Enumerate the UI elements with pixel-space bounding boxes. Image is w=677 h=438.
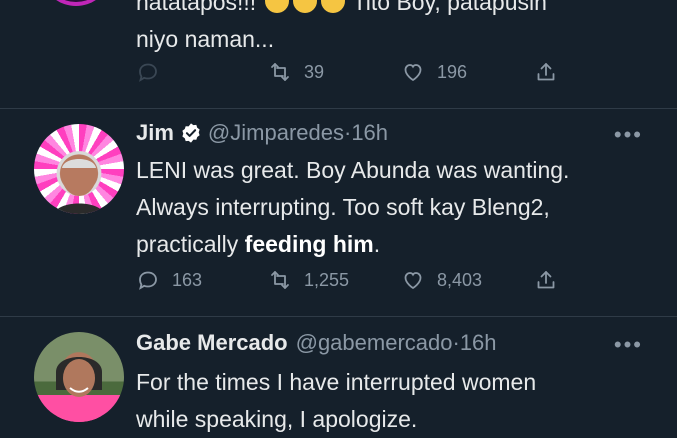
avatar[interactable] [46, 0, 106, 6]
text-span: . [373, 231, 381, 257]
separator: · [343, 120, 352, 145]
tweet-text-line: practically feeding him. [136, 226, 656, 263]
reply-button[interactable] [136, 60, 160, 84]
separator: · [452, 330, 460, 355]
tweet-text-line: natatapos!!! [136, 0, 257, 15]
text-span: practically [136, 231, 245, 257]
bold-text: feeding him [244, 231, 374, 257]
tweet-header: Jim @Jimparedes · 16h [136, 120, 388, 146]
like-button[interactable]: 8,403 [401, 268, 482, 292]
verified-icon [182, 123, 200, 143]
reply-icon [139, 271, 157, 290]
avatar[interactable] [34, 332, 124, 422]
share-icon [537, 271, 555, 289]
tweet-header: Gabe Mercado @gabemercado · 16h [136, 330, 497, 356]
share-button[interactable] [534, 60, 558, 84]
emoji-icon [320, 0, 345, 13]
tweet-text-line: Tito Boy, patapusin [352, 0, 547, 15]
timestamp[interactable]: 16h [351, 120, 388, 146]
divider [0, 316, 677, 317]
like-count: 196 [437, 61, 468, 82]
display-name[interactable]: Jim [136, 120, 174, 146]
retweet-button[interactable]: 39 [268, 60, 324, 84]
tweet-text: natatapos!!! Tito Boy, patapusin niyo na… [136, 0, 547, 58]
emoji-icon [264, 0, 289, 13]
tweet-text-line: For the times I have interrupted women [136, 369, 537, 395]
timeline: natatapos!!! Tito Boy, patapusin niyo na… [0, 0, 677, 432]
retweet-button[interactable]: 1,255 [268, 268, 349, 292]
retweet-count: 1,255 [304, 269, 350, 290]
share-button[interactable] [534, 268, 558, 292]
more-icon[interactable]: ••• [614, 332, 643, 358]
handle[interactable]: @gabemercado [296, 330, 453, 356]
like-button[interactable]: 196 [401, 60, 467, 84]
reply-count: 163 [172, 269, 203, 290]
person-icon [54, 156, 104, 214]
more-icon[interactable]: ••• [614, 122, 643, 148]
like-icon [404, 272, 422, 290]
tweet-text-line: LENI was great. Boy Abunda was wanting. [136, 157, 570, 183]
tweet-text-line: Always interrupting. Too soft kay Bleng2… [136, 194, 550, 220]
tweet-text-line: niyo naman... [136, 26, 275, 52]
like-count: 8,403 [437, 269, 483, 290]
share-icon [537, 63, 555, 81]
person-icon [52, 357, 106, 422]
divider [0, 108, 677, 109]
tweet-text: For the times I have interrupted women w… [136, 364, 656, 438]
handle[interactable]: @Jimparedes [208, 120, 344, 146]
tweet-text: LENI was great. Boy Abunda was wanting. … [136, 152, 656, 263]
display-name[interactable]: Gabe Mercado [136, 330, 288, 356]
retweet-count: 39 [304, 61, 325, 82]
reply-button[interactable]: 163 [136, 268, 202, 292]
avatar[interactable] [34, 124, 124, 214]
tweet-text-line: while speaking, I apologize. [136, 406, 418, 432]
timestamp[interactable]: 16h [460, 330, 497, 356]
retweet-icon [271, 63, 289, 81]
retweet-icon [271, 271, 289, 289]
reply-icon [139, 63, 157, 82]
emoji-icon [292, 0, 317, 13]
like-icon [404, 64, 422, 82]
